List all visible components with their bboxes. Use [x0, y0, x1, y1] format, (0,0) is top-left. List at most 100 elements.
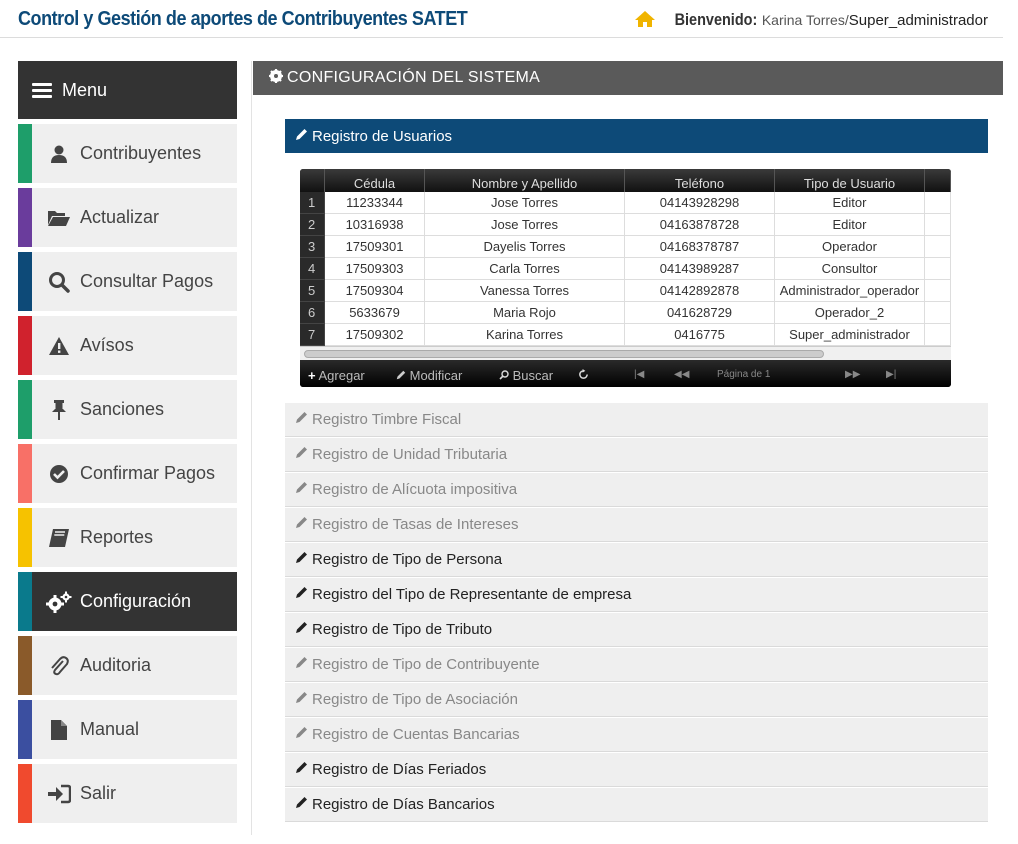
- grid-header-tipo[interactable]: Tipo de Usuario: [775, 169, 925, 192]
- sidebar-item-actualizar[interactable]: Actualizar: [18, 188, 237, 247]
- cell-nombre: Maria Rojo: [425, 302, 625, 324]
- sidebar-item-consultar-pagos[interactable]: Consultar Pagos: [18, 252, 237, 311]
- sidebar-item-confirmar-pagos[interactable]: Confirmar Pagos: [18, 444, 237, 503]
- cell-cedula: 5633679: [325, 302, 425, 324]
- cell-cedula: 10316938: [325, 214, 425, 236]
- cell-n: 1: [300, 192, 325, 214]
- table-row[interactable]: 2 10316938 Jose Torres 04163878728 Editor: [300, 214, 951, 236]
- home-icon[interactable]: [634, 10, 656, 32]
- config-panel-item[interactable]: Registro de Alícuota impositiva: [285, 473, 988, 507]
- cell-tipo: Operador_2: [775, 302, 925, 324]
- cell-telefono: 04142892878: [625, 280, 775, 302]
- first-page-button[interactable]: |◀: [634, 369, 644, 380]
- pencil-icon: [295, 516, 308, 533]
- sidebar-item-configuracion[interactable]: Configuración: [18, 572, 237, 631]
- cell-telefono: 04143928298: [625, 192, 775, 214]
- config-panel-label: Registro del Tipo de Representante de em…: [312, 586, 632, 603]
- config-panel-item[interactable]: Registro de Tipo de Tributo: [285, 613, 988, 647]
- table-row[interactable]: 6 5633679 Maria Rojo 041628729 Operador_2: [300, 302, 951, 324]
- grid-header-cedula[interactable]: Cédula: [325, 169, 425, 192]
- section-title: CONFIGURACIÓN DEL SISTEMA: [287, 69, 541, 86]
- search-icon: [46, 271, 72, 293]
- sidebar-item-manual[interactable]: Manual: [18, 700, 237, 759]
- grid-header-nombre[interactable]: Nombre y Apellido: [425, 169, 625, 192]
- config-panel-item[interactable]: Registro de Unidad Tributaria: [285, 438, 988, 472]
- user-role: Super_administrador: [848, 12, 988, 29]
- sidebar-item-sanciones[interactable]: Sanciones: [18, 380, 237, 439]
- config-panel-item[interactable]: Registro de Tipo de Asociación: [285, 683, 988, 717]
- file-icon: [46, 719, 72, 741]
- last-page-button[interactable]: ▶|: [886, 369, 896, 380]
- menu-toggle[interactable]: Menu: [18, 61, 237, 119]
- config-panel-item[interactable]: Registro de Días Feriados: [285, 753, 988, 787]
- sidebar-item-salir[interactable]: Salir: [18, 764, 237, 823]
- config-panel-label: Registro de Unidad Tributaria: [312, 446, 508, 463]
- config-panel-label: Registro de Alícuota impositiva: [312, 481, 518, 498]
- config-panel-label: Registro de Tipo de Asociación: [312, 691, 518, 708]
- sidebar-item-reportes[interactable]: Reportes: [18, 508, 237, 567]
- sidebar-item-label: Salir: [80, 783, 117, 803]
- sidebar-color-bar: [18, 380, 32, 439]
- cell-n: 3: [300, 236, 325, 258]
- config-panel-item[interactable]: Registro de Tipo de Persona: [285, 543, 988, 577]
- pencil-icon: [295, 411, 308, 428]
- cell-nombre: Carla Torres: [425, 258, 625, 280]
- sidebar-item-avisos[interactable]: Avísos: [18, 316, 237, 375]
- config-panel-item[interactable]: Registro de Tasas de Intereses: [285, 508, 988, 542]
- pencil-icon: [396, 368, 406, 383]
- user-icon: [46, 143, 72, 165]
- cell-extra: [925, 214, 951, 236]
- config-panel-label: Registro de Días Feriados: [312, 761, 487, 778]
- pencil-icon: [295, 761, 308, 778]
- cell-n: 7: [300, 324, 325, 346]
- next-page-button[interactable]: ▶▶: [845, 369, 860, 380]
- config-panel-item[interactable]: Registro Timbre Fiscal: [285, 403, 988, 437]
- gear-icon: [269, 68, 283, 88]
- cell-cedula: 17509303: [325, 258, 425, 280]
- cell-telefono: 04163878728: [625, 214, 775, 236]
- cell-cedula: 17509302: [325, 324, 425, 346]
- table-row[interactable]: 3 17509301 Dayelis Torres 04168378787 Operad…: [300, 236, 951, 258]
- refresh-button[interactable]: [578, 368, 589, 383]
- sidebar-item-label: Avísos: [80, 335, 134, 355]
- add-label: Agregar: [318, 368, 365, 383]
- table-row[interactable]: 1 11233344 Jose Torres 04143928298 Editor: [300, 192, 951, 214]
- edit-label: Modificar: [409, 368, 463, 383]
- prev-page-button[interactable]: ◀◀: [674, 369, 689, 380]
- cell-tipo: Administrador_operador: [775, 280, 925, 302]
- config-panel-item[interactable]: Registro de Tipo de Contribuyente: [285, 648, 988, 682]
- book-icon: [46, 527, 72, 549]
- panel-registro-usuarios[interactable]: Registro de Usuarios: [285, 119, 988, 153]
- table-row[interactable]: 5 17509304 Vanessa Torres 04142892878 Admini…: [300, 280, 951, 302]
- cell-extra: [925, 302, 951, 324]
- sidebar-item-auditoria[interactable]: Auditoria: [18, 636, 237, 695]
- edit-button[interactable]: Modificar: [396, 368, 462, 383]
- add-button[interactable]: + Agregar: [308, 368, 365, 383]
- config-panel-item[interactable]: Registro de Cuentas Bancarias: [285, 718, 988, 752]
- config-panel-label: Registro de Tipo de Tributo: [312, 621, 493, 638]
- search-icon: [499, 368, 509, 383]
- pencil-icon: [295, 586, 308, 603]
- scrollbar-thumb[interactable]: [304, 350, 824, 358]
- horizontal-scrollbar[interactable]: [300, 346, 951, 360]
- cell-cedula: 17509301: [325, 236, 425, 258]
- table-row[interactable]: 7 17509302 Karina Torres 0416775 Super_admin…: [300, 324, 951, 346]
- config-panel-item[interactable]: Registro del Tipo de Representante de em…: [285, 578, 988, 612]
- config-panel-item[interactable]: Registro de Días Bancarios: [285, 788, 988, 822]
- sidebar-color-bar: [18, 508, 32, 567]
- config-panel-label: Registro de Tipo de Contribuyente: [312, 656, 540, 673]
- section-header: CONFIGURACIÓN DEL SISTEMA: [253, 61, 1003, 95]
- table-row[interactable]: 4 17509303 Carla Torres 04143989287 Consulto…: [300, 258, 951, 280]
- cell-tipo: Super_administrador: [775, 324, 925, 346]
- cell-extra: [925, 258, 951, 280]
- grid-header: Cédula Nombre y Apellido Teléfono Tipo d…: [300, 169, 951, 192]
- cell-extra: [925, 236, 951, 258]
- grid-header-telefono[interactable]: Teléfono: [625, 169, 775, 192]
- check-circle-icon: [46, 463, 72, 485]
- sidebar-item-contribuyentes[interactable]: Contribuyentes: [18, 124, 237, 183]
- search-button[interactable]: Buscar: [499, 368, 553, 383]
- sidebar-color-bar: [18, 188, 32, 247]
- sidebar-color-bar: [18, 700, 32, 759]
- cell-extra: [925, 192, 951, 214]
- menu-label: Menu: [62, 79, 108, 100]
